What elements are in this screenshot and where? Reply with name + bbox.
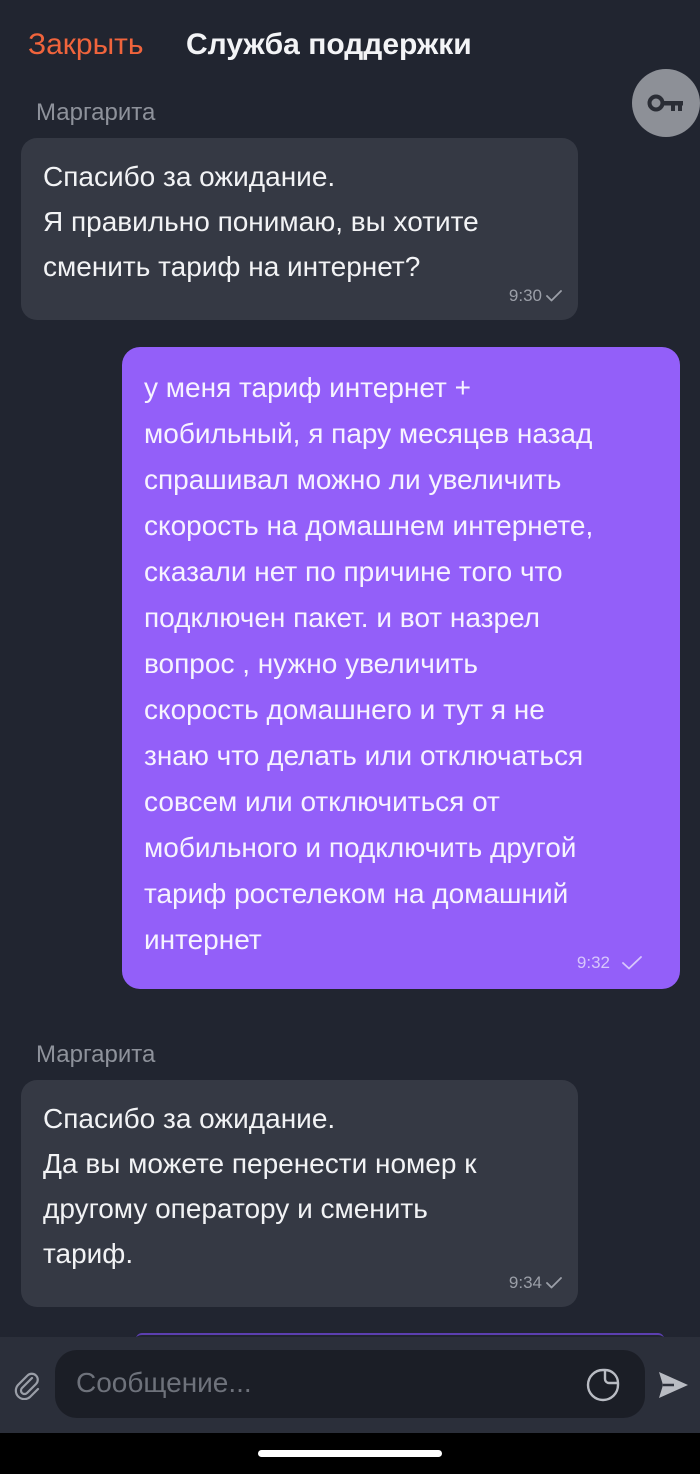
check-icon xyxy=(622,956,642,970)
message-time: 9:34 xyxy=(508,1273,542,1292)
message-line: мобильный, я пару месяцев назад xyxy=(144,418,593,449)
message-bubble-incoming[interactable]: Спасибо за ожидание. Да вы можете перене… xyxy=(21,1080,578,1307)
sender-name: Маргарита xyxy=(36,99,156,126)
message-input-placeholder: Сообщение... xyxy=(76,1367,252,1398)
message-meta: 9:30 xyxy=(509,286,562,306)
message-line: скорость домашнего и тут я не xyxy=(144,694,545,725)
message-line: сменить тариф на интернет? xyxy=(43,251,421,282)
close-button[interactable]: Закрыть xyxy=(28,28,144,62)
key-icon xyxy=(647,94,683,112)
message-line: у меня тариф интернет + xyxy=(144,372,471,403)
message-line: Да вы можете перенести номер к xyxy=(43,1148,477,1179)
chat-screen: Закрыть Служба поддержки Маргарита Спаси… xyxy=(0,0,700,1474)
message-line: сказали нет по причине того что xyxy=(144,556,563,587)
message-line: вопрос , нужно увеличить xyxy=(144,648,478,679)
message-line: знаю что делать или отключаться xyxy=(144,740,584,771)
sticker-icon[interactable] xyxy=(585,1367,621,1403)
message-bubble-incoming[interactable]: Спасибо за ожидание. Я правильно понимаю… xyxy=(21,138,578,320)
message-time: 9:32 xyxy=(576,953,610,972)
key-button[interactable] xyxy=(632,69,700,137)
message-line: спрашивал можно ли увеличить xyxy=(144,464,562,495)
message-line: Я правильно понимаю, вы хотите xyxy=(43,206,479,237)
message-meta: 9:34 xyxy=(509,1273,562,1293)
message-meta: 9:32 xyxy=(577,953,642,973)
home-indicator[interactable] xyxy=(258,1450,442,1457)
page-title: Служба поддержки xyxy=(186,28,472,61)
send-icon[interactable] xyxy=(656,1368,690,1402)
message-line: подключен пакет. и вот назрел xyxy=(144,602,541,633)
sender-name: Маргарита xyxy=(36,1041,156,1068)
message-time: 9:30 xyxy=(508,286,542,305)
message-line: совсем или отключиться от xyxy=(144,786,500,817)
paperclip-icon[interactable] xyxy=(12,1370,42,1400)
header: Закрыть Служба поддержки xyxy=(0,0,700,94)
message-line: тариф ростелеком на домашний xyxy=(144,878,569,909)
message-line: Спасибо за ожидание. xyxy=(43,1103,336,1134)
check-icon xyxy=(546,290,562,302)
message-line: другому оператору и сменить xyxy=(43,1193,428,1224)
message-line: тариф. xyxy=(43,1238,134,1269)
message-bubble-outgoing[interactable]: у меня тариф интернет + мобильный, я пар… xyxy=(122,347,680,989)
message-line: Спасибо за ожидание. xyxy=(43,161,336,192)
message-line: скорость на домашнем интернете, xyxy=(144,510,594,541)
check-icon xyxy=(546,1277,562,1289)
message-line: мобильного и подключить другой xyxy=(144,832,577,863)
